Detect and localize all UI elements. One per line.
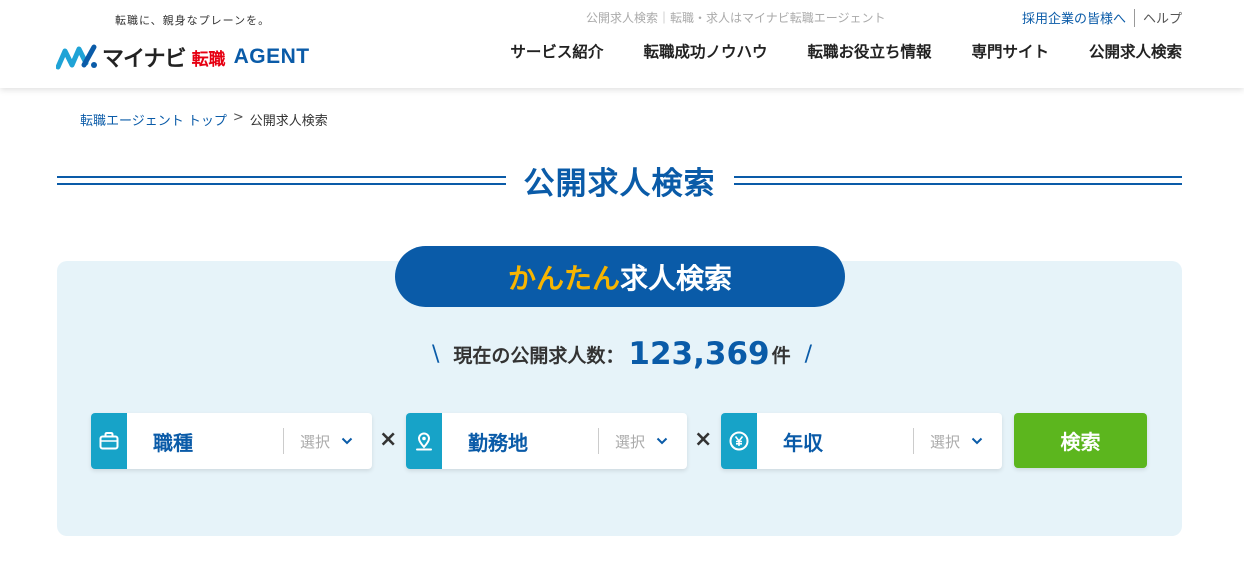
page-title-row: 公開求人検索: [57, 156, 1182, 204]
nav-item-useful-info[interactable]: 転職お役立ち情報: [807, 40, 931, 62]
breadcrumb: 転職エージェント トップ > 公開求人検索: [80, 110, 328, 129]
breadcrumb-separator: >: [232, 110, 244, 125]
location-placeholder: 選択: [615, 432, 646, 451]
job-count: \ 現在の公開求人数： 123,369 件 /: [0, 336, 1244, 372]
salary-label: 年収: [783, 430, 823, 455]
main-nav: サービス紹介 転職成功ノウハウ 転職お役立ち情報 専門サイト 公開求人検索: [510, 40, 1182, 62]
logo-agent: AGENT: [233, 45, 310, 68]
select-divider: [913, 428, 914, 454]
salary-placeholder: 選択: [930, 432, 961, 451]
site-header: 転職に、親身なプレーンを。 マイナビ 転職 AGENT 公開求人検索｜転職・求人…: [0, 0, 1244, 88]
job-type-select[interactable]: 職種 選択: [91, 413, 372, 469]
count-label: 現在の公開求人数：: [453, 344, 625, 367]
nav-item-service[interactable]: サービス紹介: [510, 40, 603, 62]
location-select[interactable]: 勤務地 選択: [406, 413, 687, 469]
select-divider: [283, 428, 284, 454]
logo-tenshoku: 転職: [191, 49, 226, 70]
search-button[interactable]: 検索: [1014, 413, 1147, 468]
page-title: 公開求人検索: [523, 165, 716, 202]
header-caption: 公開求人検索｜転職・求人はマイナビ転職エージェント: [586, 11, 886, 25]
badge-text: 求人検索: [620, 261, 733, 295]
employers-link[interactable]: 採用企業の皆様へ: [1022, 8, 1126, 27]
logo-mark-icon: [56, 44, 97, 70]
utility-divider: [1133, 8, 1135, 27]
yen-icon: [721, 413, 757, 469]
count-slash-right: /: [804, 341, 813, 367]
chevron-down-icon: [655, 434, 669, 448]
times-symbol: ×: [694, 427, 713, 452]
nav-item-job-search[interactable]: 公開求人検索: [1089, 40, 1182, 62]
easy-search-badge: かんたん 求人検索: [395, 246, 845, 307]
location-label: 勤務地: [468, 430, 528, 455]
chevron-down-icon: [340, 434, 354, 448]
breadcrumb-current: 公開求人検索: [249, 114, 328, 129]
count-value: 123,369: [628, 336, 770, 372]
salary-select[interactable]: 年収 選択: [721, 413, 1002, 469]
briefcase-icon: [91, 413, 127, 469]
logo-name: マイナビ: [102, 47, 187, 72]
count-slash-left: \: [431, 341, 440, 367]
title-line-left: [57, 175, 506, 185]
badge-accent-text: かんたん: [507, 261, 620, 295]
help-link[interactable]: ヘルプ: [1143, 8, 1182, 27]
nav-item-specialty-sites[interactable]: 専門サイト: [971, 40, 1049, 62]
select-divider: [598, 428, 599, 454]
chevron-down-icon: [970, 434, 984, 448]
breadcrumb-top-link[interactable]: 転職エージェント トップ: [80, 110, 227, 129]
job-type-placeholder: 選択: [300, 432, 331, 451]
times-symbol: ×: [379, 427, 398, 452]
map-pin-icon: [406, 413, 442, 469]
job-type-label: 職種: [153, 430, 193, 455]
tagline: 転職に、親身なプレーンを。: [115, 14, 271, 27]
nav-item-knowhow[interactable]: 転職成功ノウハウ: [643, 40, 767, 62]
utility-links: 採用企業の皆様へ ヘルプ: [1022, 8, 1182, 27]
count-unit: 件: [771, 344, 791, 367]
title-line-right: [733, 175, 1182, 185]
site-logo[interactable]: マイナビ 転職 AGENT: [56, 40, 310, 74]
